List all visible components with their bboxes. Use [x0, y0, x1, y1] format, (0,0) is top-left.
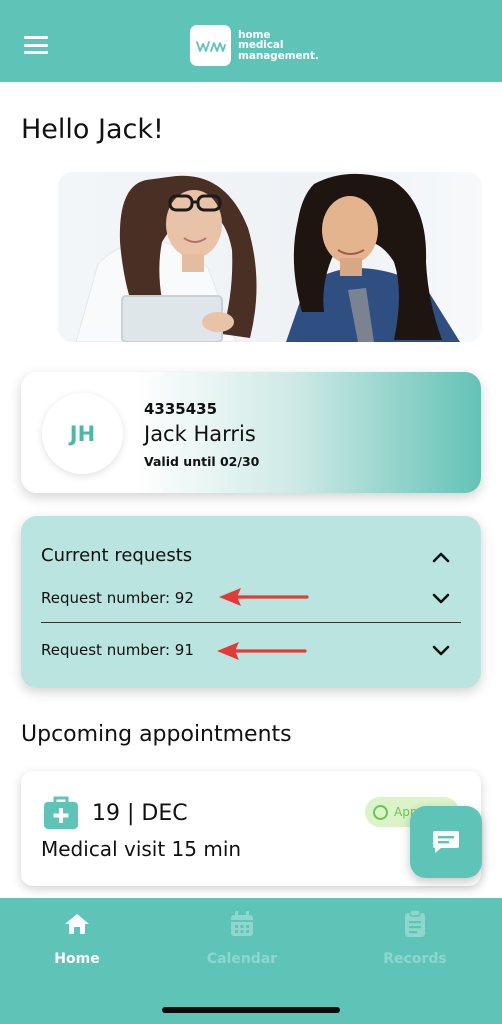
patient-valid-until: Valid until 02/30: [144, 454, 260, 469]
nav-item-records[interactable]: Records: [355, 910, 475, 974]
chevron-down-icon[interactable]: [431, 643, 451, 657]
chat-button[interactable]: [410, 806, 482, 878]
bottom-navigation: Home Calendar Records: [0, 898, 502, 1024]
chevron-up-icon[interactable]: [431, 550, 451, 564]
request-item-92[interactable]: Request number: 92: [41, 589, 194, 607]
red-arrow-icon: [219, 588, 309, 606]
clipboard-icon: [401, 910, 429, 938]
logo-line-3: management.: [238, 49, 319, 62]
current-requests-title: Current requests: [41, 545, 193, 566]
home-indicator[interactable]: [162, 1007, 340, 1013]
chat-icon: [433, 831, 459, 853]
red-arrow-icon: [217, 642, 307, 660]
upcoming-appointments-title: Upcoming appointments: [21, 722, 292, 747]
request-item-91[interactable]: Request number: 91: [41, 641, 194, 659]
nav-label-calendar: Calendar: [206, 951, 278, 967]
greeting-title: Hello Jack!: [21, 114, 164, 145]
hamburger-menu-icon[interactable]: [24, 36, 48, 54]
patient-card[interactable]: JH 4335435 Jack Harris Valid until 02/30: [21, 372, 481, 493]
home-icon: [63, 910, 91, 938]
hero-image: [58, 172, 482, 342]
logo-text: home medical management.: [238, 30, 319, 62]
top-app-bar: home medical management.: [0, 0, 502, 82]
app-logo: home medical management.: [190, 25, 319, 66]
appointment-description: Medical visit 15 min: [41, 837, 242, 861]
calendar-icon: [228, 910, 256, 938]
avatar: JH: [42, 393, 123, 474]
nav-label-records: Records: [383, 951, 447, 967]
current-requests-panel: Current requests Request number: 92 Requ…: [21, 516, 481, 688]
nav-item-calendar[interactable]: Calendar: [182, 910, 302, 974]
nav-label-home: Home: [54, 951, 100, 967]
patient-id: 4335435: [144, 400, 218, 418]
status-circle-icon: [373, 804, 388, 820]
appointment-date: 19 | DEC: [92, 801, 188, 826]
medical-kit-icon: [44, 796, 78, 829]
logo-mark-icon: [190, 25, 231, 66]
nav-item-home[interactable]: Home: [17, 910, 137, 974]
patient-name: Jack Harris: [144, 422, 256, 446]
divider: [41, 622, 461, 623]
chevron-down-icon[interactable]: [431, 591, 451, 605]
